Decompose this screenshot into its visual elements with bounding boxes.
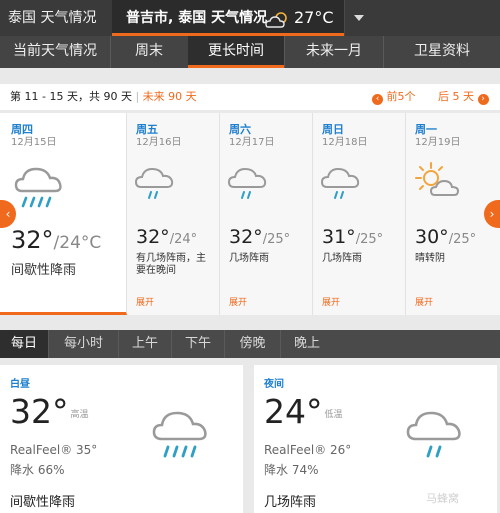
range-text: 第 11 - 15 天，共 90 天 bbox=[10, 90, 132, 103]
cloud-drizzle-icon bbox=[132, 161, 182, 211]
sun-cloud-icon bbox=[411, 161, 467, 211]
future-days-link[interactable]: 未来 90 天 bbox=[143, 90, 197, 103]
panel-temp-label: 低温 bbox=[324, 410, 343, 420]
temp-low: /24° bbox=[169, 232, 198, 247]
panel-temp-value: 32° bbox=[10, 392, 69, 431]
chevron-down-icon[interactable] bbox=[344, 0, 372, 36]
next-days-button[interactable]: 后 5 天 › bbox=[438, 84, 489, 110]
panel-temp: 32° 高温 bbox=[10, 392, 89, 431]
tab-night[interactable]: 晚上 bbox=[281, 330, 333, 358]
tab-hourly[interactable]: 每小时 bbox=[49, 330, 118, 358]
forecast-temp: 32°/25° bbox=[229, 226, 290, 248]
forecast-date: 12月18日 bbox=[322, 137, 368, 148]
tab-extended[interactable]: 更长时间 bbox=[188, 36, 284, 68]
temp-high: 32° bbox=[136, 226, 170, 248]
forecast-temp: 30°/25° bbox=[415, 226, 476, 248]
temp-low: /24°C bbox=[53, 233, 102, 253]
forecast-desc: 有几场阵雨，主要在晚间 bbox=[136, 253, 206, 276]
temp-high: 30° bbox=[415, 226, 449, 248]
chevron-right-icon: › bbox=[477, 94, 489, 105]
rain-cloud-icon bbox=[150, 405, 220, 475]
cloud-drizzle-icon bbox=[318, 161, 368, 211]
panel-temp-value: 24° bbox=[264, 392, 323, 431]
realfeel-value: RealFeel® 26° bbox=[264, 443, 352, 457]
tab-afternoon[interactable]: 下午 bbox=[172, 330, 224, 358]
precipitation-value: 降水 74% bbox=[264, 463, 319, 477]
tab-satellite[interactable]: 卫星资料 bbox=[384, 36, 500, 68]
forecast-card[interactable]: 周六 12月17日 32°/25° 几场阵雨 展开 bbox=[220, 113, 313, 315]
forecast-card[interactable]: 周日 12月18日 31°/25° 几场阵雨 展开 bbox=[313, 113, 406, 315]
expand-link[interactable]: 展开 bbox=[322, 295, 340, 308]
temp-high: 32° bbox=[11, 226, 54, 254]
rain-cloud-icon bbox=[12, 161, 74, 221]
next-days-label: 后 5 天 bbox=[438, 90, 474, 103]
forecast-date: 12月15日 bbox=[11, 137, 57, 148]
tab-daily[interactable]: 每日 bbox=[0, 330, 48, 358]
forecast-temp: 31°/25° bbox=[322, 226, 383, 248]
forecast-desc: 几场阵雨 bbox=[322, 253, 362, 264]
expand-link[interactable]: 展开 bbox=[415, 295, 433, 308]
range-info: 第 11 - 15 天，共 90 天 | 未来 90 天 bbox=[10, 84, 197, 110]
daytime-panel: 白昼 32° 高温 RealFeel® 35° 降水 66% 间歇性降雨 bbox=[0, 365, 243, 513]
temp-low: /25° bbox=[448, 232, 477, 247]
site-title[interactable]: 泰国 天气情况 bbox=[0, 0, 112, 36]
period-tabs: 每日 每小时 上午 下午 傍晚 晚上 bbox=[0, 330, 500, 358]
prev-days-button[interactable]: ‹ 前5个 bbox=[372, 84, 416, 110]
precipitation-value: 降水 66% bbox=[10, 463, 65, 477]
temp-low: /25° bbox=[355, 232, 384, 247]
top-header: 泰国 天气情况 普吉市, 泰国 天气情况 27°C bbox=[0, 0, 500, 36]
expand-link[interactable]: 展开 bbox=[229, 295, 247, 308]
panel-title: 白昼 bbox=[10, 379, 30, 390]
panel-desc: 间歇性降雨 bbox=[10, 495, 76, 510]
location-label: 普吉市, 泰国 天气情况 bbox=[126, 10, 268, 26]
forecast-desc: 几场阵雨 bbox=[229, 253, 269, 264]
cloud-drizzle-icon bbox=[404, 405, 474, 475]
forecast-date: 12月16日 bbox=[136, 137, 182, 148]
forecast-card[interactable]: 周五 12月16日 32°/24° 有几场阵雨，主要在晚间 展开 bbox=[127, 113, 220, 315]
forecast-temp: 32°/24° bbox=[136, 226, 197, 248]
tab-current[interactable]: 当前天气情况 bbox=[0, 36, 110, 68]
forecast-desc: 间歇性降雨 bbox=[11, 263, 77, 278]
temp-low: /25° bbox=[262, 232, 291, 247]
temp-high: 31° bbox=[322, 226, 356, 248]
watermark: 马蜂窝 bbox=[426, 492, 459, 505]
range-strip: 第 11 - 15 天，共 90 天 | 未来 90 天 ‹ 前5个 后 5 天… bbox=[0, 84, 500, 110]
range-separator: | bbox=[135, 90, 140, 103]
panel-temp: 24° 低温 bbox=[264, 392, 343, 431]
current-temperature: 27°C bbox=[294, 8, 334, 27]
prev-days-label: 前5个 bbox=[386, 90, 416, 103]
expand-link[interactable]: 展开 bbox=[136, 295, 154, 308]
nighttime-panel: 夜间 24° 低温 RealFeel® 26° 降水 74% 几场阵雨 bbox=[254, 365, 497, 513]
cloud-drizzle-icon bbox=[225, 161, 275, 211]
forecast-temp: 32°/24°C bbox=[11, 226, 101, 254]
tab-weekend[interactable]: 周末 bbox=[111, 36, 187, 68]
forecast-card[interactable]: 周四 12月15日 32°/24°C 间歇性降雨 bbox=[0, 113, 127, 315]
main-tabs: 当前天气情况 周末 更长时间 未来一月 卫星资料 bbox=[0, 36, 500, 68]
forecast-date: 12月17日 bbox=[229, 137, 275, 148]
panel-temp-label: 高温 bbox=[70, 410, 89, 420]
temp-high: 32° bbox=[229, 226, 263, 248]
forecast-date: 12月19日 bbox=[415, 137, 461, 148]
tab-next-month[interactable]: 未来一月 bbox=[285, 36, 383, 68]
panel-desc: 几场阵雨 bbox=[264, 495, 317, 510]
forecast-row: 周四 12月15日 32°/24°C 间歇性降雨 ‹ 周五 12月16日 32°… bbox=[0, 113, 500, 315]
location-selector[interactable]: 普吉市, 泰国 天气情况 27°C bbox=[112, 0, 344, 36]
panel-title: 夜间 bbox=[264, 379, 284, 390]
chevron-left-icon: ‹ bbox=[372, 94, 383, 105]
forecast-desc: 晴转阴 bbox=[415, 253, 445, 264]
realfeel-value: RealFeel® 35° bbox=[10, 443, 98, 457]
tab-evening[interactable]: 傍晚 bbox=[225, 330, 280, 358]
tab-morning[interactable]: 上午 bbox=[119, 330, 171, 358]
